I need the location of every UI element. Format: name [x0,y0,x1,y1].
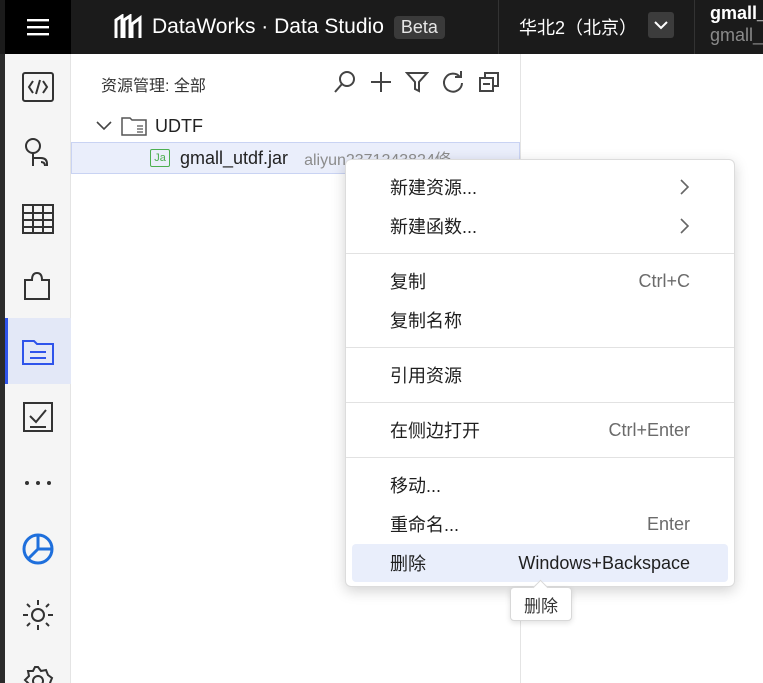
menu-item-label: 引用资源 [390,366,462,386]
activity-more[interactable] [5,450,71,516]
search-button[interactable] [331,68,359,96]
menu-item-label: 删除 [390,554,426,574]
panel-toolbar [331,68,503,96]
add-icon [371,72,391,92]
menu-divider [346,253,734,254]
menu-item-copy-name[interactable]: 复制名称 [352,301,728,339]
menu-item-label: 移动... [390,476,442,496]
brand[interactable]: DataWorks · Data Studio Beta [114,0,445,54]
table-icon [22,204,54,234]
activity-tasks[interactable] [5,384,71,450]
user-sub: gmall_ [710,25,763,45]
menu-item-open-to-side[interactable]: 在侧边打开 Ctrl+Enter [352,411,728,449]
context-menu: 新建资源... 新建函数... 复制 Ctrl+C 复制名称 引用资源 在侧边打… [345,159,735,587]
menu-item-label: 复制名称 [390,311,462,331]
user-name: gmall_ [710,3,763,23]
menu-item-label: 新建函数... [390,217,478,237]
menu-item-shortcut: Ctrl+Enter [608,419,690,440]
header-divider [498,0,499,54]
menu-divider [346,457,734,458]
menu-item-label: 在侧边打开 [390,421,480,441]
dataworks-logo-icon [114,14,142,38]
more-icon [25,481,51,485]
puzzle-icon [24,271,50,300]
activity-code[interactable] [5,54,71,120]
code-icon [22,72,54,102]
user-account[interactable]: gmall_ gmall_ [710,2,763,46]
file-name: gmall_utdf.jar [180,147,289,168]
sun-icon [23,600,53,630]
refresh-button[interactable] [439,68,467,96]
task-check-icon [23,402,53,432]
chart-pie-icon [22,533,54,565]
menu-item-move[interactable]: 移动... [352,466,728,504]
menu-divider [346,347,734,348]
hamburger-icon [27,19,49,36]
header-divider [694,0,695,54]
collapse-icon [479,72,499,92]
chevron-down-icon [654,21,668,30]
menu-item-rename[interactable]: 重命名... Enter [352,505,728,543]
delete-tooltip: 删除 [510,587,572,621]
activity-theme[interactable] [5,582,71,648]
menu-item-reference-resource[interactable]: 引用资源 [352,356,728,394]
search-icon [334,71,355,93]
chevron-right-icon [680,218,690,234]
activity-components[interactable] [5,252,71,318]
menu-item-delete[interactable]: 删除 Windows+Backspace [352,544,728,582]
region-selector[interactable]: 华北2（北京） [519,0,637,54]
folder-name: UDTF [155,115,203,136]
folder-icon [121,117,147,136]
add-button[interactable] [367,68,395,96]
panel-title: 资源管理: 全部 [101,78,206,95]
menu-divider [346,402,734,403]
hamburger-menu-button[interactable] [5,0,71,54]
menu-item-shortcut: Ctrl+C [638,270,690,291]
brand-title: DataWorks · Data Studio [152,15,384,38]
filter-button[interactable] [403,68,431,96]
beta-badge: Beta [393,15,445,39]
menu-item-shortcut: Windows+Backspace [518,552,690,573]
activity-analytics[interactable] [5,516,71,582]
menu-item-new-resource[interactable]: 新建资源... [352,168,728,206]
activity-workflow[interactable] [5,120,71,186]
activity-table[interactable] [5,186,71,252]
refresh-icon [443,71,463,93]
activity-settings[interactable] [5,648,71,683]
chevron-right-icon [680,179,690,195]
menu-item-copy[interactable]: 复制 Ctrl+C [352,262,728,300]
menu-item-label: 复制 [390,272,426,292]
menu-item-shortcut: Enter [646,513,690,534]
collapse-all-button[interactable] [475,68,503,96]
menu-item-new-function[interactable]: 新建函数... [352,207,728,245]
activity-resources[interactable] [5,318,71,384]
menu-item-label: 新建资源... [390,178,478,198]
workflow-icon [25,138,48,167]
resource-folder-icon [22,340,54,365]
jar-file-icon: Ja [150,149,170,167]
chevron-down-icon [96,121,112,131]
tree-folder-udtf[interactable]: UDTF [95,112,203,140]
region-dropdown-button[interactable] [648,12,674,38]
settings-icon [23,665,54,683]
menu-item-label: 重命名... [390,515,460,535]
top-bar: DataWorks · Data Studio Beta 华北2（北京） gma… [0,0,763,54]
filter-icon [405,72,429,93]
